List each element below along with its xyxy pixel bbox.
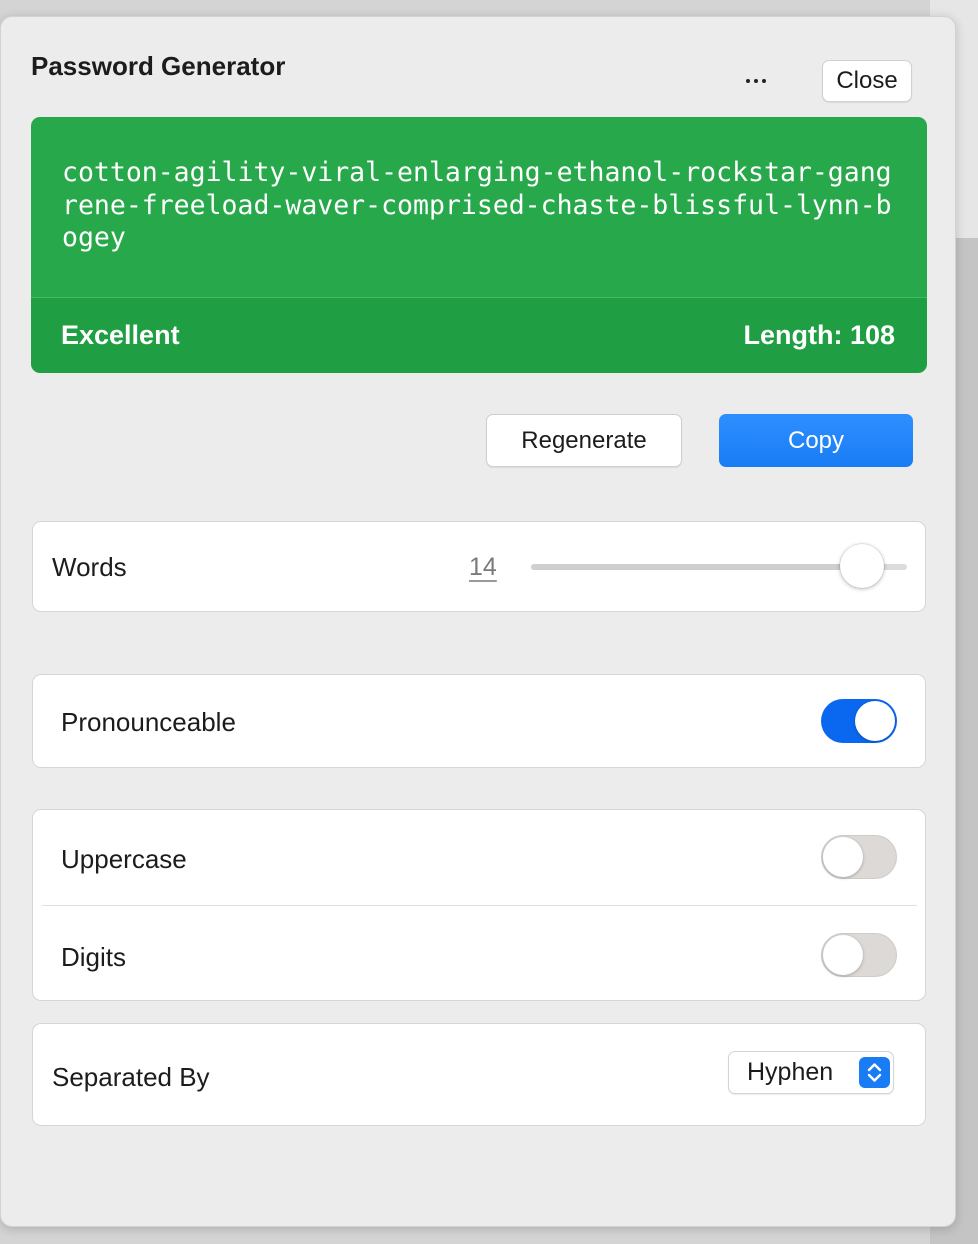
toggle-knob xyxy=(823,837,863,877)
row-divider xyxy=(42,905,917,906)
separator-row: Separated By Hyphen xyxy=(32,1023,926,1126)
password-strength-bar: Excellent Length: 108 xyxy=(31,297,927,373)
pronounceable-row: Pronounceable xyxy=(32,674,926,768)
strength-label: Excellent xyxy=(61,320,180,350)
more-options-button[interactable] xyxy=(735,61,777,101)
separator-label: Separated By xyxy=(52,1062,210,1092)
panel-title: Password Generator xyxy=(31,51,286,81)
close-button[interactable]: Close xyxy=(822,60,912,102)
words-slider-fill xyxy=(531,564,862,570)
words-label: Words xyxy=(52,552,127,582)
digits-toggle[interactable] xyxy=(821,933,897,977)
chevron-up-down-icon xyxy=(859,1057,890,1088)
words-count[interactable]: 14 xyxy=(469,553,497,582)
password-display: cotton-agility-viral-enlarging-ethanol-r… xyxy=(31,117,927,373)
uppercase-label: Uppercase xyxy=(61,844,187,874)
password-text-area: cotton-agility-viral-enlarging-ethanol-r… xyxy=(31,117,927,297)
generated-password[interactable]: cotton-agility-viral-enlarging-ethanol-r… xyxy=(62,157,902,255)
length-label: Length: 108 xyxy=(743,320,895,350)
separator-select[interactable]: Hyphen xyxy=(728,1051,894,1094)
words-slider-thumb[interactable] xyxy=(839,544,884,588)
character-options-group: Uppercase Digits xyxy=(32,809,926,1001)
copy-button[interactable]: Copy xyxy=(719,414,913,467)
toggle-knob xyxy=(855,701,895,741)
words-row: Words 14 xyxy=(32,521,926,612)
toggle-knob xyxy=(823,935,863,975)
digits-label: Digits xyxy=(61,942,127,972)
separator-selected-value: Hyphen xyxy=(747,1058,834,1086)
password-generator-panel: Password Generator Close cotton-agility-… xyxy=(0,16,956,1227)
pronounceable-toggle[interactable] xyxy=(821,699,897,743)
regenerate-button[interactable]: Regenerate xyxy=(486,414,682,467)
pronounceable-label: Pronounceable xyxy=(61,707,236,737)
ellipsis-icon xyxy=(744,79,768,83)
uppercase-toggle[interactable] xyxy=(821,835,897,879)
